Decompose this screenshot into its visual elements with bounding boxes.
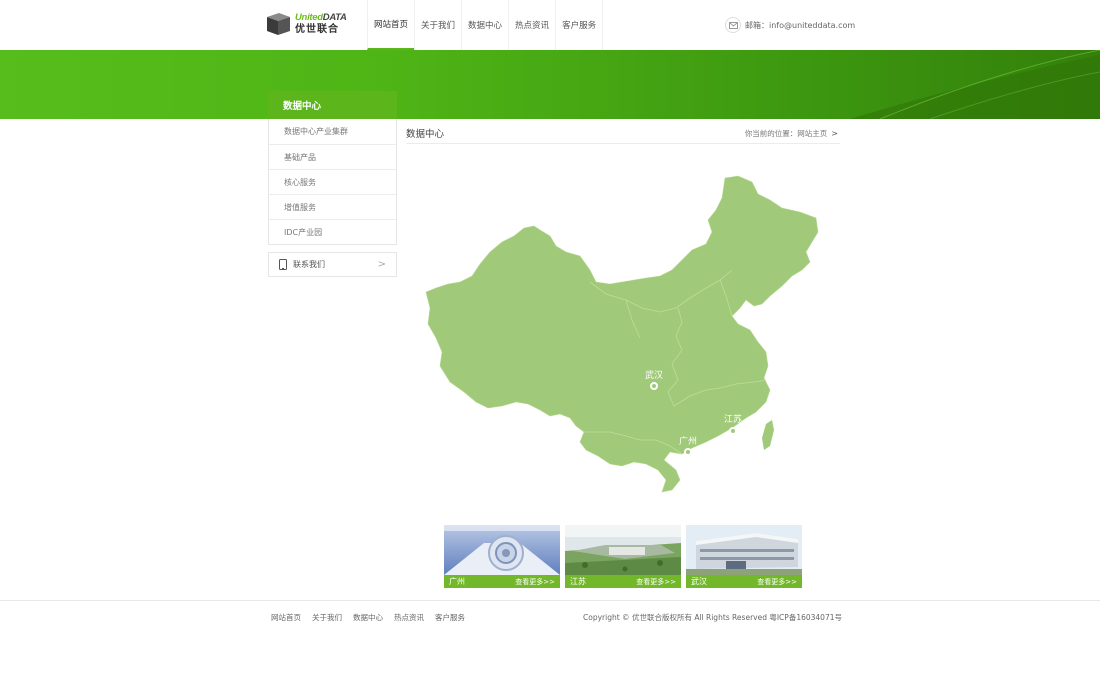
footer-link-home[interactable]: 网站首页 xyxy=(271,612,301,623)
footer-nav: 网站首页 关于我们 数据中心 热点资讯 客户服务 xyxy=(271,612,476,623)
thumb-bar: 武汉 查看更多>> xyxy=(686,575,802,588)
thumb-guangzhou[interactable]: 广州 查看更多>> xyxy=(444,525,560,588)
marker-label-wuhan: 武汉 xyxy=(645,369,663,381)
banner xyxy=(0,50,1100,119)
copyright-text: Copyright © 优世联合版权所有 All Rights Reserved… xyxy=(583,613,842,622)
thumb-bar: 江苏 查看更多>> xyxy=(565,575,681,588)
footer-link-news[interactable]: 热点资讯 xyxy=(394,612,424,623)
footer-link-datacenter[interactable]: 数据中心 xyxy=(353,612,383,623)
view-more-link[interactable]: 查看更多>> xyxy=(515,577,555,587)
contact-mail[interactable]: 邮箱：info@uniteddata.com xyxy=(725,17,855,33)
marker-label-jiangsu: 江苏 xyxy=(724,413,742,425)
marker-jiangsu[interactable]: 江苏 xyxy=(724,413,742,435)
nav-item-about[interactable]: 关于我们 xyxy=(414,0,461,50)
thumb-jiangsu[interactable]: 江苏 查看更多>> xyxy=(565,525,681,588)
site-header: UnitedDATA 优世联合 网站首页 关于我们 数据中心 热点资讯 客户服务… xyxy=(0,0,1100,50)
logo[interactable]: UnitedDATA 优世联合 xyxy=(265,11,347,37)
jiangsu-photo xyxy=(565,525,681,575)
footer-link-about[interactable]: 关于我们 xyxy=(312,612,342,623)
map-shape xyxy=(425,175,819,493)
thumb-city-label: 武汉 xyxy=(691,577,707,586)
nav-item-service[interactable]: 客户服务 xyxy=(555,0,604,50)
thumb-city-label: 江苏 xyxy=(570,577,586,586)
sidebar-menu: 数据中心产业集群 基础产品 核心服务 增值服务 IDC产业园 xyxy=(268,119,397,245)
sidebar-item-basic-products[interactable]: 基础产品 xyxy=(269,144,396,169)
chevron-right-icon: > xyxy=(377,259,386,270)
mail-label: 邮箱：info@uniteddata.com xyxy=(745,20,856,30)
view-more-link[interactable]: 查看更多>> xyxy=(636,577,676,587)
sidebar-item-value-added[interactable]: 增值服务 xyxy=(269,194,396,219)
main-nav: 网站首页 关于我们 数据中心 热点资讯 客户服务 xyxy=(367,0,604,50)
view-more-link[interactable]: 查看更多>> xyxy=(757,577,797,587)
footer-link-service[interactable]: 客户服务 xyxy=(435,612,465,623)
sidebar-item-cluster[interactable]: 数据中心产业集群 xyxy=(269,119,396,144)
china-map: 武汉 江苏 广州 xyxy=(425,175,819,493)
taiwan-shape xyxy=(762,420,774,450)
nav-item-datacenter[interactable]: 数据中心 xyxy=(461,0,508,50)
thumb-wuhan[interactable]: 武汉 查看更多>> xyxy=(686,525,802,588)
thumb-bar: 广州 查看更多>> xyxy=(444,575,560,588)
thumb-city-label: 广州 xyxy=(449,577,465,586)
datacenter-thumbnails: 广州 查看更多>> 江苏 查看更多>> 武汉 查看更多>> xyxy=(444,525,802,588)
divider xyxy=(406,143,840,144)
breadcrumb: 你当前的位置：网站主页 > xyxy=(745,128,838,139)
wuhan-photo xyxy=(686,525,802,575)
logo-cube-icon xyxy=(265,12,292,36)
logo-text-data: DATA xyxy=(322,12,347,24)
logo-text-united: United xyxy=(295,12,323,24)
breadcrumb-arrow: > xyxy=(831,129,838,138)
page-title: 数据中心 xyxy=(406,129,445,140)
sidebar-item-core-services[interactable]: 核心服务 xyxy=(269,169,396,194)
sidebar-item-idc-park[interactable]: IDC产业园 xyxy=(269,219,396,244)
logo-text-cn: 优世联合 xyxy=(295,23,339,35)
breadcrumb-text[interactable]: 你当前的位置：网站主页 xyxy=(745,129,828,138)
marker-label-guangzhou: 广州 xyxy=(679,435,697,447)
nav-item-home[interactable]: 网站首页 xyxy=(367,0,415,50)
sidebar-title: 数据中心 xyxy=(268,91,397,119)
contact-us-button[interactable]: 联系我们 > xyxy=(268,252,397,277)
phone-icon xyxy=(279,259,287,270)
guangzhou-photo xyxy=(444,525,560,575)
footer-divider xyxy=(0,600,1100,601)
nav-item-news[interactable]: 热点资讯 xyxy=(508,0,555,50)
mail-icon xyxy=(725,17,741,33)
contact-us-label: 联系我们 xyxy=(293,260,325,269)
